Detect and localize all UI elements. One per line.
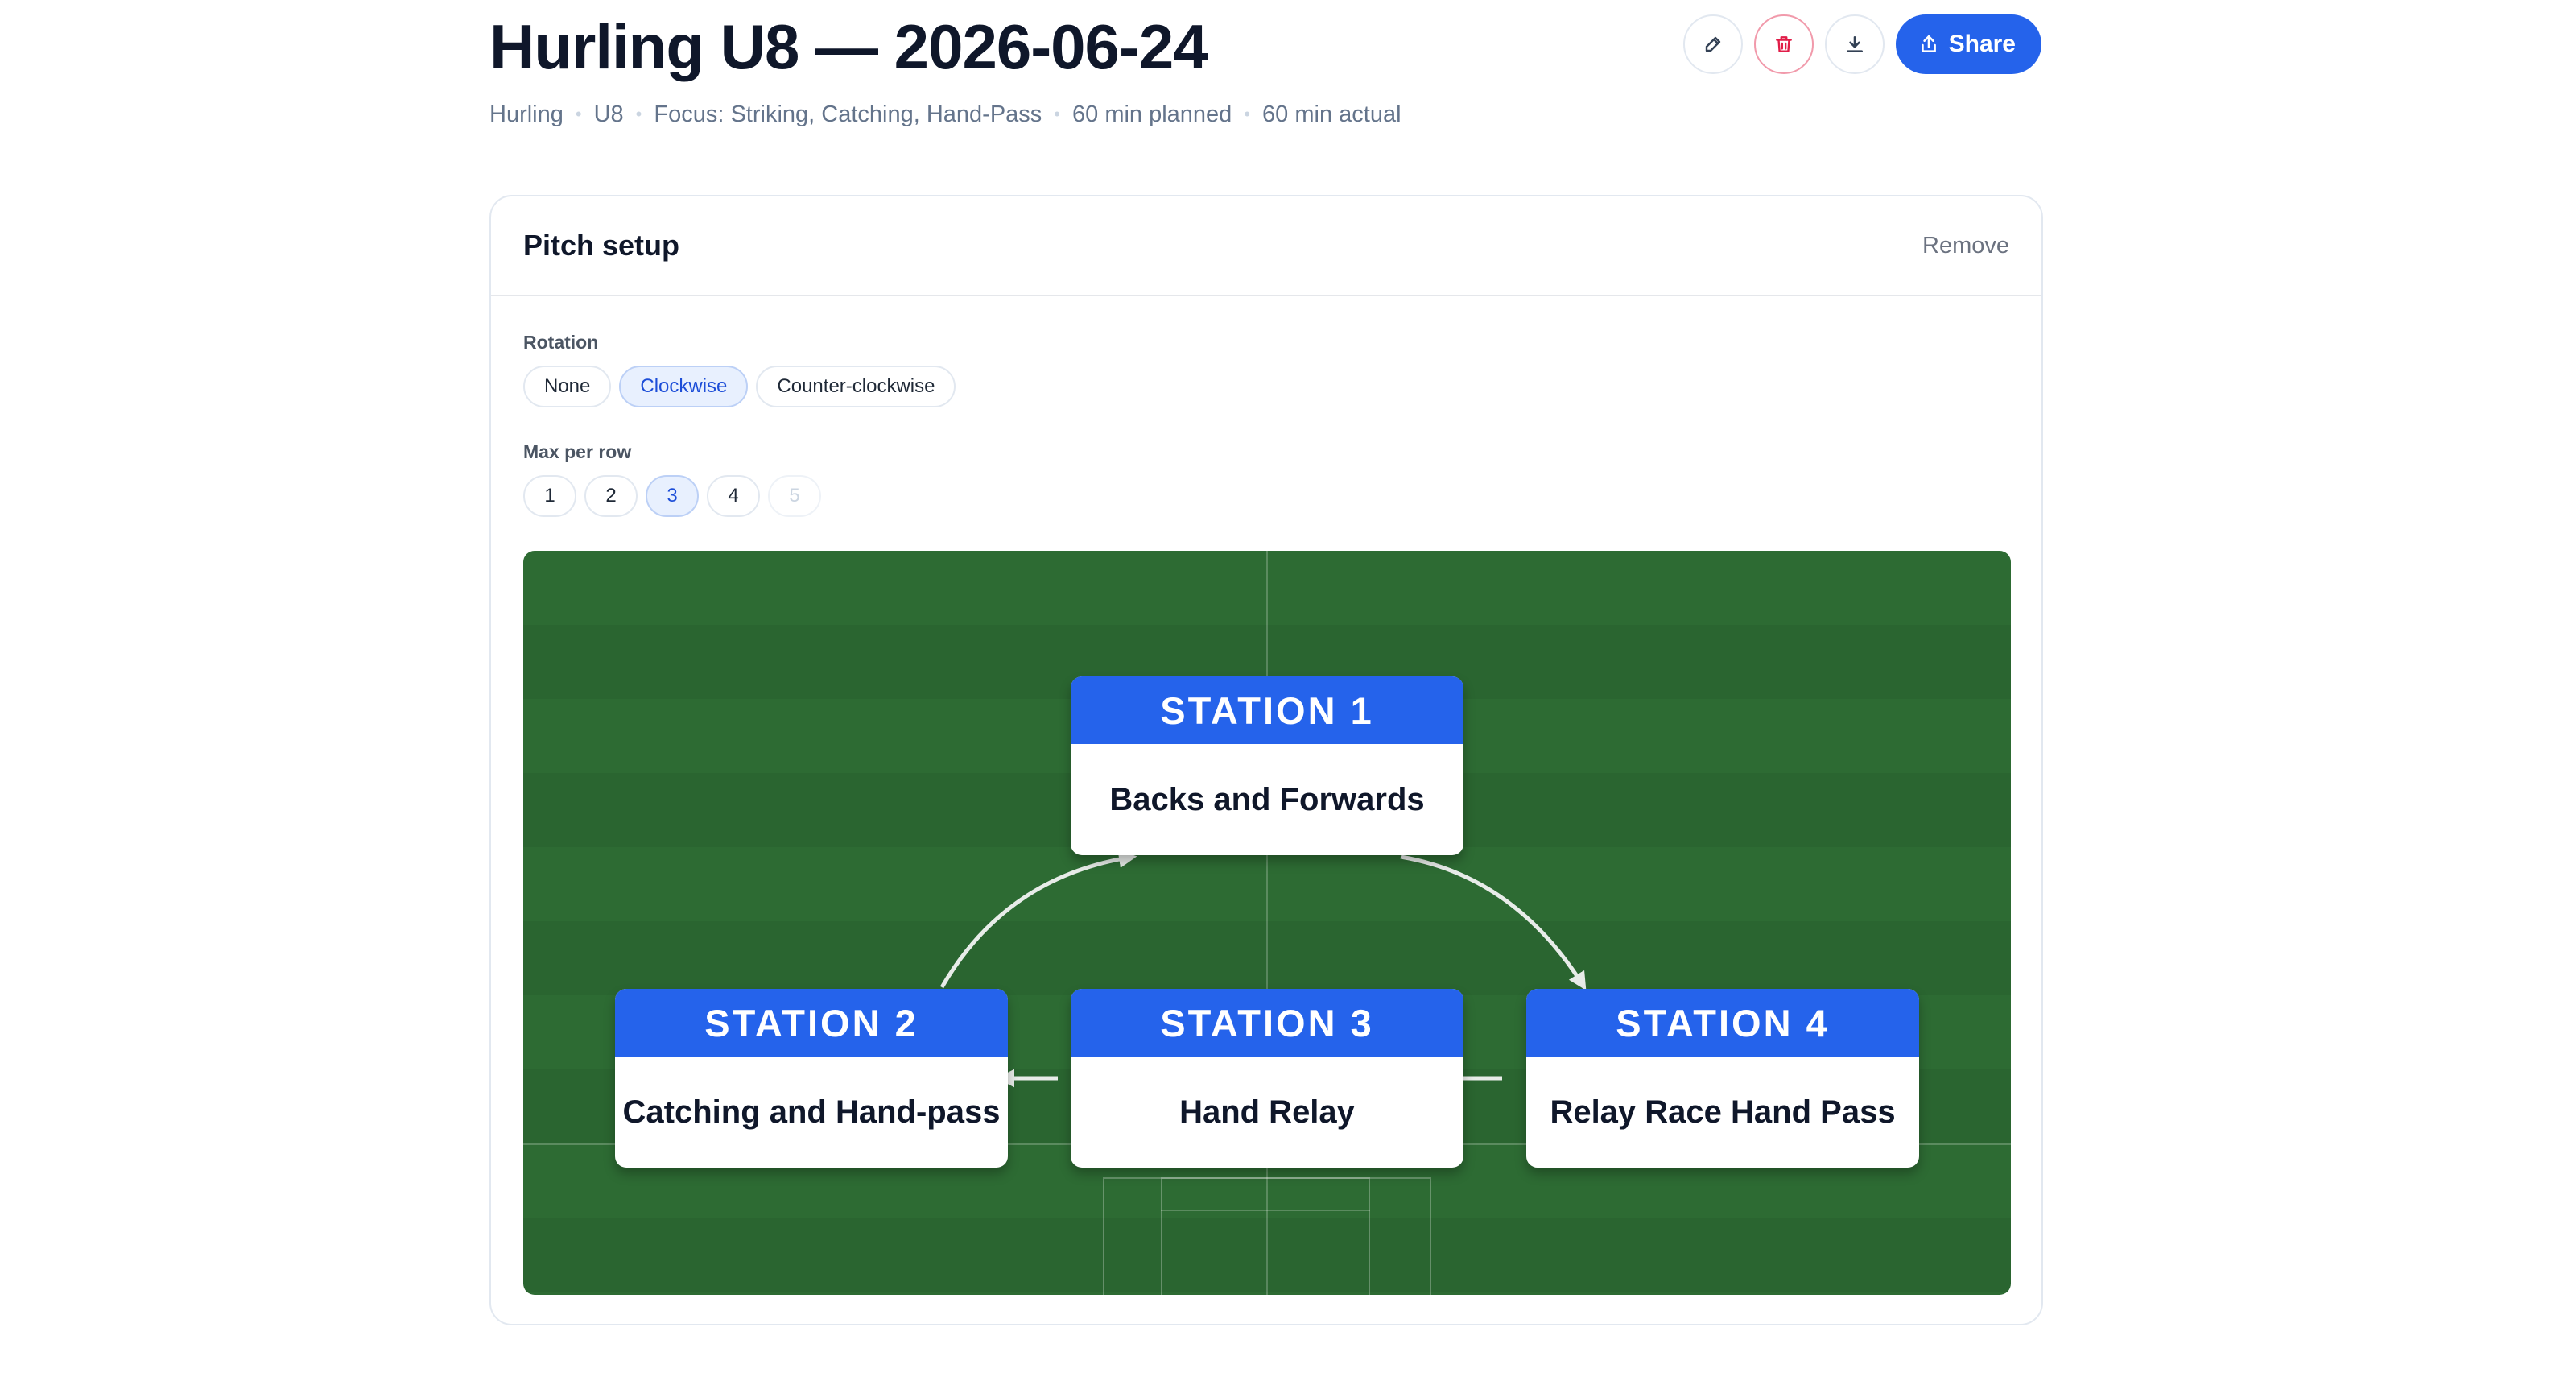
download-icon: [1846, 36, 1863, 52]
max-per-row-label: Max per row: [523, 441, 632, 462]
delete-button[interactable]: [1753, 14, 1814, 74]
station-card-2[interactable]: STATION 2 Catching and Hand-pass: [615, 989, 1008, 1168]
max-per-row-option-5: 5: [768, 475, 821, 517]
station-header: STATION 1: [1071, 676, 1463, 744]
rotation-arrows: [939, 850, 1587, 1088]
rotation-options: None Clockwise Counter-clockwise: [523, 366, 956, 407]
station-card-3[interactable]: STATION 3 Hand Relay: [1071, 989, 1463, 1168]
meta-separator: •: [1054, 104, 1060, 124]
trash-icon: [1775, 36, 1792, 52]
share-label: Share: [1948, 31, 2016, 57]
station-header: STATION 4: [1526, 989, 1919, 1057]
edit-button[interactable]: [1682, 14, 1743, 74]
pitch-diagram: STATION 1 Backs and Forwards STATION 2 C…: [523, 551, 2011, 1295]
meta-age-group: U8: [593, 101, 624, 127]
pencil-icon: [1705, 36, 1720, 52]
max-per-row-option-4[interactable]: 4: [707, 475, 760, 517]
station-card-4[interactable]: STATION 4 Relay Race Hand Pass: [1526, 989, 1919, 1168]
station-name: Backs and Forwards: [1109, 781, 1425, 817]
page-title: Hurling U8 — 2026-06-24: [489, 11, 1208, 82]
meta-separator: •: [575, 104, 582, 124]
station-name: Hand Relay: [1179, 1094, 1355, 1130]
card-header: Pitch setup Remove: [491, 196, 2041, 296]
meta-planned: 60 min planned: [1072, 101, 1232, 127]
rotation-option-counter-clockwise[interactable]: Counter-clockwise: [756, 366, 956, 407]
download-button[interactable]: [1824, 14, 1885, 74]
meta-separator: •: [635, 104, 642, 124]
arrow-station2-to-station1: [939, 850, 1137, 989]
pitch-setup-card: Pitch setup Remove Rotation None Clockwi…: [489, 195, 2043, 1325]
arrow-station1-to-station4: [1400, 854, 1587, 990]
station-name: Catching and Hand-pass: [622, 1094, 1001, 1130]
meta-actual: 60 min actual: [1262, 101, 1402, 127]
max-per-row-option-1[interactable]: 1: [523, 475, 576, 517]
max-per-row-option-2[interactable]: 2: [584, 475, 638, 517]
header-actions: Share: [1682, 14, 2041, 74]
card-title: Pitch setup: [523, 229, 680, 262]
share-icon: [1921, 35, 1936, 52]
max-per-row-options: 1 2 3 4 5: [523, 475, 821, 517]
rotation-option-clockwise[interactable]: Clockwise: [619, 366, 749, 407]
meta-sport: Hurling: [489, 101, 564, 127]
rotation-label: Rotation: [523, 332, 599, 353]
session-meta: Hurling • U8 • Focus: Striking, Catching…: [489, 98, 1402, 130]
remove-button[interactable]: Remove: [1922, 233, 2009, 259]
meta-separator: •: [1244, 104, 1251, 124]
station-header: STATION 3: [1071, 989, 1463, 1057]
max-per-row-option-3[interactable]: 3: [646, 475, 699, 517]
station-header: STATION 2: [615, 989, 1008, 1057]
station-name: Relay Race Hand Pass: [1550, 1094, 1896, 1130]
session-page: Hurling U8 — 2026-06-24 Hurling • U8 • F…: [0, 0, 2576, 1377]
station-card-1[interactable]: STATION 1 Backs and Forwards: [1071, 676, 1463, 855]
rotation-option-none[interactable]: None: [523, 366, 612, 407]
share-button[interactable]: Share: [1895, 14, 2041, 74]
meta-focus: Focus: Striking, Catching, Hand-Pass: [654, 101, 1042, 127]
